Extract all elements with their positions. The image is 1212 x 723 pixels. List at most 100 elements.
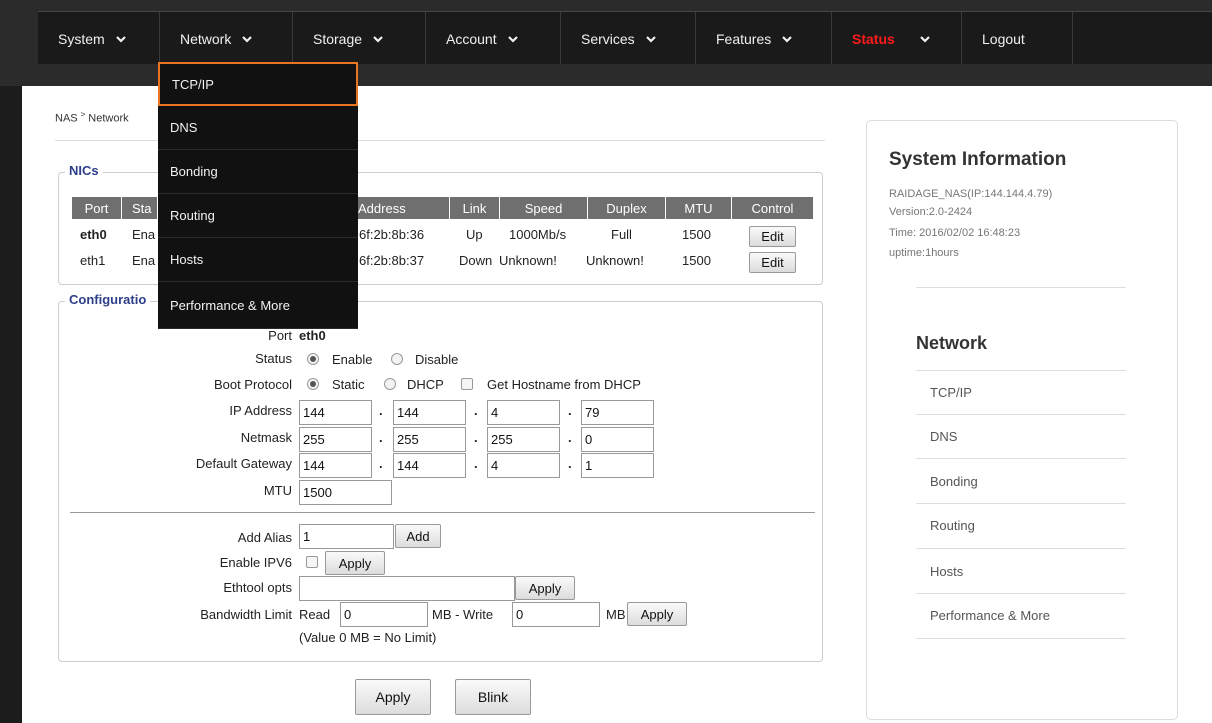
mtu-input[interactable]: 1500 — [299, 480, 392, 505]
nic-address: 6f:2b:8b:37 — [359, 253, 425, 268]
boot-dhcp-label: DHCP — [407, 377, 444, 392]
mtu-label: MTU — [263, 483, 292, 498]
boot-protocol-label: Boot Protocol — [213, 377, 292, 392]
octet-dot: . — [568, 430, 572, 445]
gateway-octet-1[interactable]: 144 — [299, 453, 372, 478]
breadcrumb-current[interactable]: Network — [88, 113, 128, 125]
alias-input[interactable]: 1 — [299, 524, 394, 549]
panel-link-performance[interactable]: Performance & More — [930, 608, 1050, 623]
ip-octet-4[interactable]: 79 — [581, 400, 654, 425]
menu-account[interactable]: Account — [426, 12, 561, 65]
ip-octet-1[interactable]: 144 — [299, 400, 372, 425]
gateway-octet-3[interactable]: 4 — [487, 453, 560, 478]
boot-static-radio[interactable] — [307, 378, 319, 390]
edit-button[interactable]: Edit — [749, 226, 796, 247]
blink-button[interactable]: Blink — [455, 679, 531, 715]
bandwidth-apply-button[interactable]: Apply — [627, 602, 687, 626]
port-label: Port — [268, 328, 292, 343]
nics-header-control: Control — [732, 197, 814, 219]
boot-dhcp-radio[interactable] — [384, 378, 396, 390]
nic-speed: Unknown! — [499, 253, 557, 268]
nics-legend: NICs — [65, 163, 103, 178]
menu-services[interactable]: Services — [561, 12, 696, 65]
panel-link-hosts[interactable]: Hosts — [930, 564, 963, 579]
netmask-octet-2[interactable]: 255 — [393, 427, 466, 452]
ip-octet-3[interactable]: 4 — [487, 400, 560, 425]
apply-button[interactable]: Apply — [355, 679, 431, 715]
chevron-down-icon — [920, 35, 930, 43]
menu-network[interactable]: Network — [160, 12, 293, 65]
bandwidth-label: Bandwidth Limit — [200, 607, 292, 622]
nic-link: Down — [459, 253, 493, 268]
bandwidth-write-input[interactable]: 0 — [512, 602, 600, 627]
bandwidth-read-label: Read — [299, 607, 331, 622]
dropdown-item-dns[interactable]: DNS — [158, 106, 358, 150]
nic-mtu: 1500 — [682, 227, 711, 242]
menu-storage[interactable]: Storage — [293, 12, 426, 65]
dropdown-item-hosts[interactable]: Hosts — [158, 238, 358, 282]
nic-port: eth1 — [80, 253, 106, 268]
menu-logout[interactable]: Logout — [962, 12, 1073, 65]
boot-static-label: Static — [332, 377, 365, 392]
menu-status[interactable]: Status — [832, 12, 962, 65]
panel-link-bonding[interactable]: Bonding — [930, 474, 978, 489]
breadcrumb-root[interactable]: NAS — [55, 113, 78, 125]
panel-link-dns[interactable]: DNS — [930, 429, 957, 444]
panel-divider — [916, 414, 1126, 415]
hostname-dhcp-checkbox[interactable] — [461, 378, 473, 390]
octet-dot: . — [474, 403, 478, 418]
breadcrumb: NAS > Network — [55, 110, 129, 125]
menu-features[interactable]: Features — [696, 12, 832, 65]
dropdown-item-tcpip[interactable]: TCP/IP — [158, 62, 358, 106]
chevron-down-icon — [373, 35, 383, 43]
menu-system[interactable]: System — [38, 12, 160, 65]
panel-divider — [916, 287, 1126, 288]
ethtool-apply-button[interactable]: Apply — [515, 576, 575, 600]
hostname-dhcp-label: Get Hostname from DHCP — [487, 377, 641, 392]
netmask-octet-3[interactable]: 255 — [487, 427, 560, 452]
netmask-octet-4[interactable]: 0 — [581, 427, 654, 452]
system-info-version: Version:2.0-2424 — [889, 206, 973, 218]
nic-duplex: Unknown! — [586, 253, 644, 268]
dropdown-item-performance[interactable]: Performance & More — [158, 283, 358, 329]
panel-link-routing[interactable]: Routing — [930, 518, 975, 533]
ipv6-checkbox[interactable] — [306, 556, 318, 568]
netmask-octet-1[interactable]: 255 — [299, 427, 372, 452]
gateway-octet-4[interactable]: 1 — [581, 453, 654, 478]
panel-divider — [916, 638, 1126, 639]
status-enable-label: Enable — [332, 352, 373, 367]
menu-label: Network — [180, 30, 232, 47]
nics-header-duplex: Duplex — [588, 197, 666, 219]
gateway-octet-2[interactable]: 144 — [393, 453, 466, 478]
chevron-down-icon — [645, 35, 656, 43]
panel-divider — [916, 370, 1126, 371]
panel-divider — [916, 548, 1126, 549]
status-disable-radio[interactable] — [391, 353, 403, 365]
ethtool-input[interactable] — [299, 576, 515, 601]
bandwidth-read-input[interactable]: 0 — [340, 602, 428, 627]
dropdown-item-bonding[interactable]: Bonding — [158, 150, 358, 194]
bandwidth-note: (Value 0 MB = No Limit) — [299, 630, 437, 645]
ipv6-apply-button[interactable]: Apply — [325, 551, 385, 575]
ip-octet-2[interactable]: 144 — [393, 400, 466, 425]
netmask-label: Netmask — [240, 430, 292, 445]
nic-duplex: Full — [611, 227, 632, 242]
ipv6-label: Enable IPV6 — [219, 555, 292, 570]
octet-dot: . — [474, 456, 478, 471]
system-info-title: System Information — [889, 149, 1067, 170]
nics-header-status: Sta — [122, 197, 158, 219]
add-alias-button[interactable]: Add — [395, 524, 441, 548]
nics-header-port: Port — [72, 197, 122, 219]
system-info-uptime: uptime:1hours — [889, 247, 959, 259]
status-enable-radio[interactable] — [307, 353, 319, 365]
edit-button[interactable]: Edit — [749, 252, 796, 273]
system-info-host: RAIDAGE_NAS(IP:144.144.4.79) — [889, 188, 1053, 200]
port-value: eth0 — [299, 328, 326, 343]
octet-dot: . — [568, 403, 572, 418]
config-divider — [70, 512, 815, 513]
panel-link-tcpip[interactable]: TCP/IP — [930, 385, 972, 400]
dropdown-item-routing[interactable]: Routing — [158, 194, 358, 238]
menu-label: System — [58, 30, 105, 47]
nic-status: Ena — [132, 227, 156, 242]
chevron-down-icon — [115, 35, 126, 43]
